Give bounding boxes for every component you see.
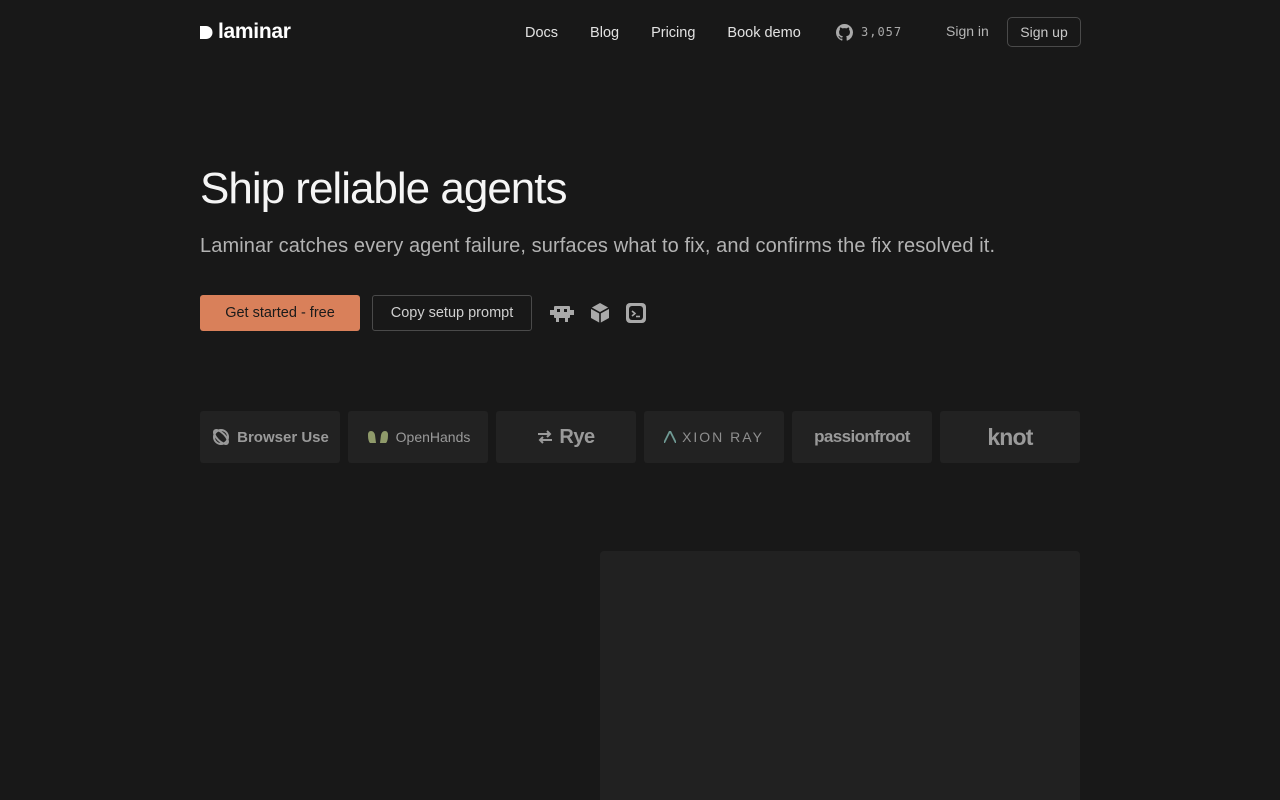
- arrows-icon: [538, 430, 553, 444]
- copy-setup-prompt-button[interactable]: Copy setup prompt: [372, 295, 532, 331]
- top-nav: laminar Docs Blog Pricing Book demo 3,05…: [0, 0, 1280, 64]
- hero-title: Ship reliable agents: [200, 164, 567, 213]
- browser-use-logo-icon: [213, 429, 230, 445]
- customer-name: Rye: [559, 425, 595, 448]
- customer-name: passionfroot: [814, 427, 910, 446]
- customer-logo-rye: Rye: [496, 411, 636, 463]
- cube-icon[interactable]: [588, 302, 612, 324]
- nav-link-book-demo[interactable]: Book demo: [727, 25, 800, 41]
- openhands-logo-icon: [367, 431, 388, 443]
- nav-link-blog[interactable]: Blog: [590, 25, 619, 41]
- customer-logo-passionfroot: passionfroot: [792, 411, 932, 463]
- customer-logos: Browser Use OpenHands Rye XION RAY passi…: [200, 411, 1080, 463]
- customer-name: knot: [987, 423, 1033, 450]
- nav-links: Docs Blog Pricing Book demo: [525, 22, 833, 44]
- customer-name: OpenHands: [395, 429, 471, 445]
- customer-name: Browser Use: [237, 428, 329, 446]
- nav-link-pricing[interactable]: Pricing: [651, 25, 695, 41]
- customer-name: XION RAY: [682, 429, 764, 445]
- github-star-count: 3,057: [861, 25, 903, 39]
- customer-logo-openhands: OpenHands: [348, 411, 488, 463]
- customer-logo-browser-use: Browser Use: [200, 411, 340, 463]
- brand-logo[interactable]: laminar: [200, 19, 291, 45]
- get-started-button[interactable]: Get started - free: [200, 295, 360, 331]
- customer-logo-axion-ray: XION RAY: [644, 411, 784, 463]
- sign-up-button[interactable]: Sign up: [1007, 17, 1081, 47]
- laminar-logo-icon: [200, 25, 213, 39]
- terminal-icon[interactable]: [624, 302, 648, 324]
- github-stars-link[interactable]: 3,057: [836, 22, 902, 42]
- sign-in-link[interactable]: Sign in: [946, 23, 989, 39]
- robot-icon[interactable]: [550, 302, 574, 324]
- hero-subtitle: Laminar catches every agent failure, sur…: [200, 235, 996, 257]
- github-icon: [836, 23, 853, 41]
- customer-logo-knot: knot: [940, 411, 1080, 463]
- brand-name: laminar: [218, 20, 291, 43]
- nav-link-docs[interactable]: Docs: [525, 25, 558, 41]
- product-preview-panel: [600, 551, 1080, 800]
- axion-logo-icon: [664, 431, 677, 443]
